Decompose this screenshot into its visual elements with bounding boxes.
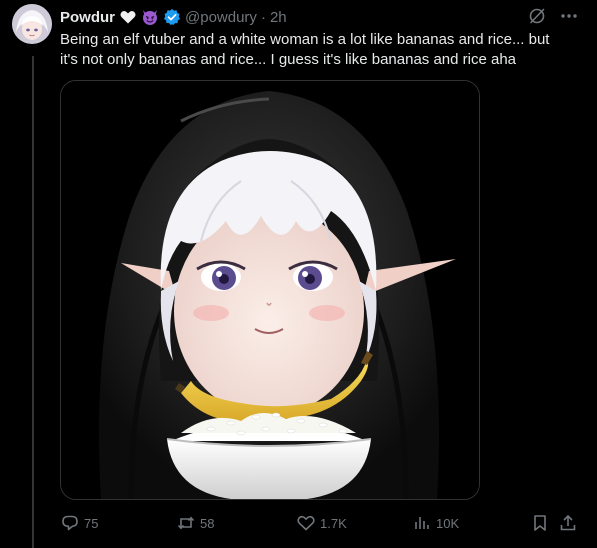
handle[interactable]: @powdury: [185, 9, 257, 26]
more-options-icon[interactable]: [559, 6, 579, 31]
bookmark-icon: [530, 513, 550, 533]
smiling-imp-icon: [141, 8, 159, 26]
vtuber-elf-image: [61, 81, 479, 499]
verified-badge-icon[interactable]: [163, 8, 181, 26]
thread-line: [32, 56, 34, 548]
timestamp[interactable]: 2h: [270, 9, 287, 26]
tweet-image[interactable]: [60, 80, 480, 500]
tweet-actions: 75 58 1.7K 10K: [60, 510, 580, 536]
share-button[interactable]: [558, 510, 578, 536]
heart-icon: [296, 513, 316, 533]
like-count: 1.7K: [320, 515, 347, 531]
white-heart-icon: [119, 8, 137, 26]
separator: ·: [260, 8, 266, 26]
repost-button[interactable]: 58: [176, 510, 214, 536]
view-count: 10K: [436, 515, 460, 531]
tweet-text: Being an elf vtuber and a white woman is…: [60, 30, 585, 70]
repost-icon: [176, 513, 196, 533]
grok-icon[interactable]: [527, 6, 547, 31]
display-name[interactable]: Powdur: [60, 9, 115, 26]
bookmark-button[interactable]: [530, 510, 550, 536]
reply-icon: [60, 513, 80, 533]
share-icon: [558, 513, 578, 533]
reply-button[interactable]: 75: [60, 510, 98, 536]
repost-count: 58: [200, 515, 215, 531]
views-icon: [412, 513, 432, 533]
views-button[interactable]: 10K: [412, 510, 459, 536]
tweet-header: Powdur @powdury · 2h: [60, 6, 287, 28]
tweet-text-line: Being an elf vtuber and a white woman is…: [60, 31, 550, 48]
avatar[interactable]: [12, 4, 52, 44]
tweet: Powdur @powdury · 2h Being an elf vtuber…: [0, 0, 597, 548]
reply-count: 75: [84, 515, 99, 531]
tweet-text-line: it's not only bananas and rice... I gues…: [60, 51, 517, 68]
like-button[interactable]: 1.7K: [296, 510, 347, 536]
top-actions: [527, 6, 579, 31]
